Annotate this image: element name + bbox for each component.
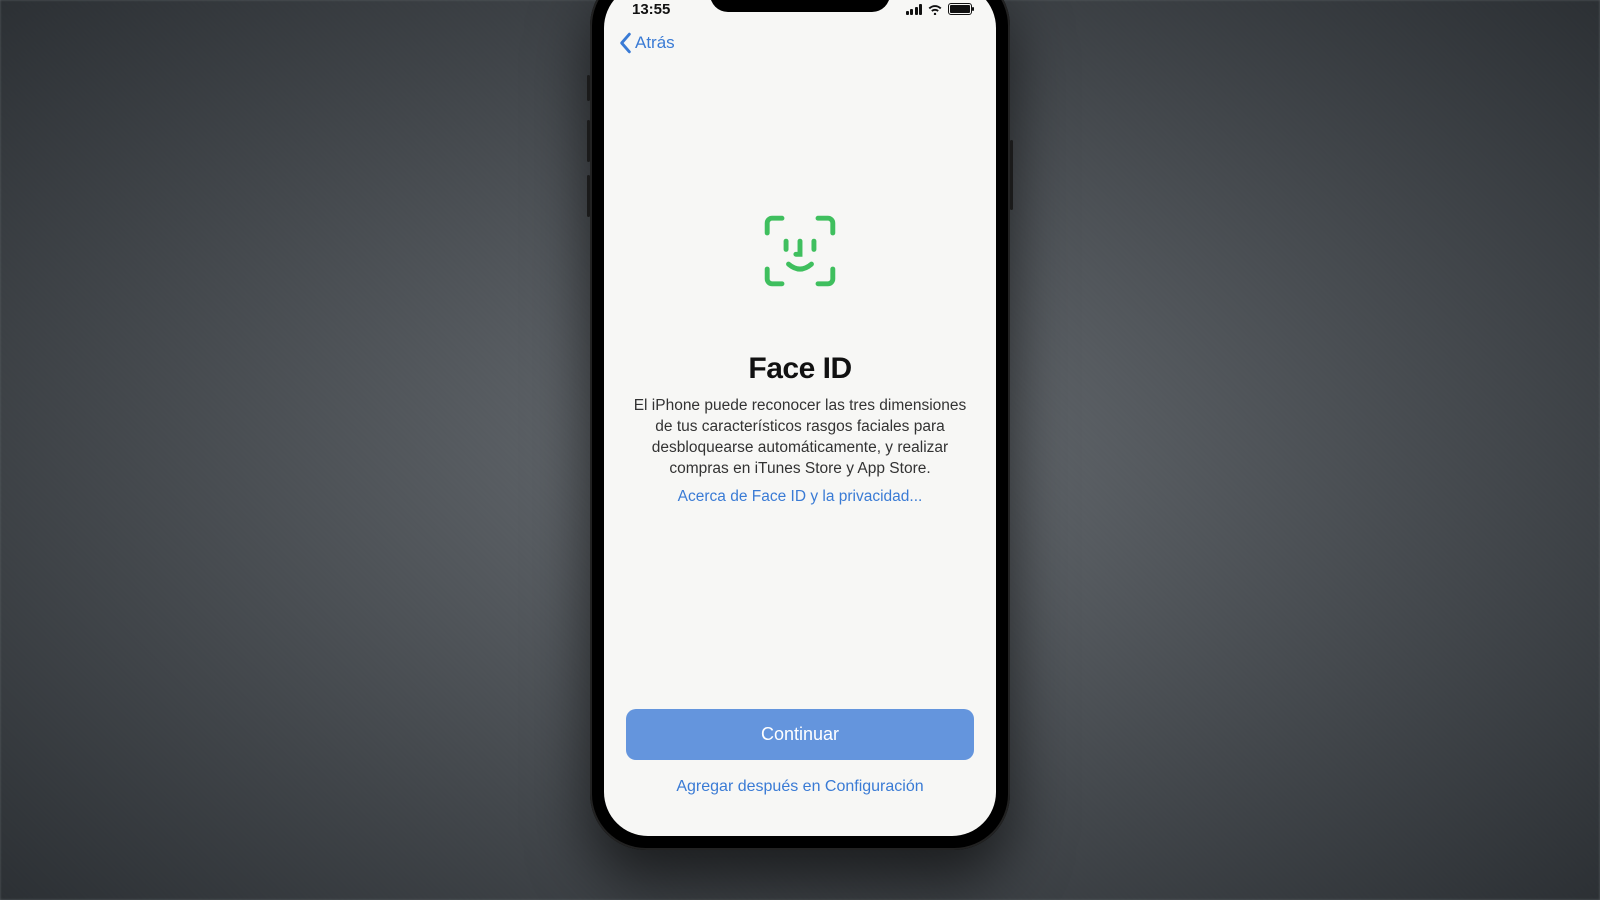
power-button bbox=[1010, 140, 1013, 210]
notch bbox=[710, 0, 890, 12]
silence-switch bbox=[587, 75, 590, 101]
battery-icon bbox=[948, 3, 972, 15]
wifi-icon bbox=[927, 3, 943, 15]
volume-up-button bbox=[587, 120, 590, 162]
cellular-signal-icon bbox=[906, 4, 923, 15]
page-description: El iPhone puede reconocer las tres dimen… bbox=[630, 396, 970, 480]
privacy-link[interactable]: Acerca de Face ID y la privacidad... bbox=[678, 488, 923, 506]
screen: 13:55 Atrás bbox=[604, 0, 996, 836]
phone-frame: 13:55 Atrás bbox=[590, 0, 1010, 850]
setup-later-link[interactable]: Agregar después en Configuración bbox=[676, 778, 923, 796]
continue-button[interactable]: Continuar bbox=[626, 709, 974, 760]
content: Face ID El iPhone puede reconocer las tr… bbox=[604, 60, 996, 709]
navigation-bar: Atrás bbox=[604, 24, 996, 60]
back-label: Atrás bbox=[635, 33, 675, 53]
page-title: Face ID bbox=[748, 352, 851, 386]
faceid-icon bbox=[759, 210, 841, 292]
chevron-left-icon bbox=[618, 32, 633, 54]
back-button[interactable]: Atrás bbox=[618, 32, 675, 54]
volume-down-button bbox=[587, 175, 590, 217]
status-time: 13:55 bbox=[632, 1, 670, 18]
footer-actions: Continuar Agregar después en Configuraci… bbox=[604, 709, 996, 836]
